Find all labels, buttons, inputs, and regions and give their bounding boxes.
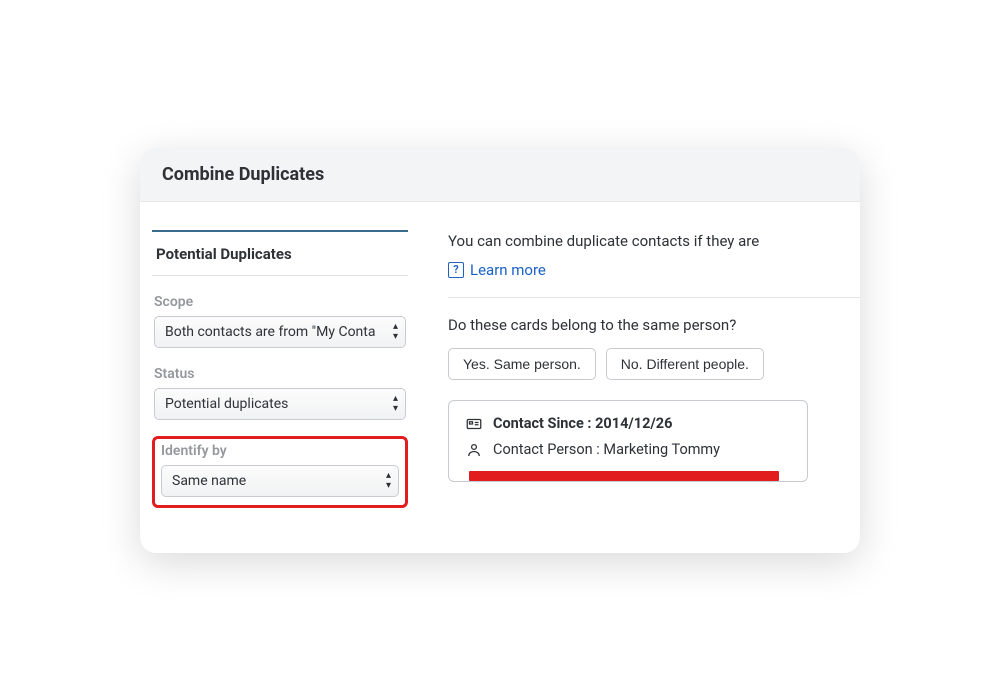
answer-buttons: Yes. Same person. No. Different people. <box>448 348 860 380</box>
contact-person-value: Marketing Tommy <box>603 441 720 458</box>
tab-label: Potential Duplicates <box>156 245 292 263</box>
status-select[interactable]: Potential duplicates ▴▾ <box>154 388 406 420</box>
status-select-value: Potential duplicates <box>154 388 406 420</box>
dialog-card: Combine Duplicates Potential Duplicates … <box>140 148 860 553</box>
right-panel: You can combine duplicate contacts if th… <box>420 202 860 551</box>
contact-since-label: Contact Since : <box>493 415 595 432</box>
scope-select-value: Both contacts are from "My Conta <box>154 316 406 348</box>
yes-same-person-button[interactable]: Yes. Same person. <box>448 348 596 380</box>
learn-more-row: ? Learn more <box>448 261 860 298</box>
question-text: Do these cards belong to the same person… <box>448 316 860 334</box>
scope-field: Scope Both contacts are from "My Conta ▴… <box>152 292 408 350</box>
scope-label: Scope <box>154 294 406 310</box>
dialog-body: Potential Duplicates Scope Both contacts… <box>140 202 860 551</box>
contact-card: Contact Since : 2014/12/26 Contact Perso… <box>448 400 808 482</box>
no-different-people-button[interactable]: No. Different people. <box>606 348 764 380</box>
status-field: Status Potential duplicates ▴▾ <box>152 364 408 422</box>
contact-since-row: Contact Since : 2014/12/26 <box>465 415 791 433</box>
learn-more-link[interactable]: Learn more <box>470 261 546 279</box>
person-icon <box>465 441 483 459</box>
identify-highlight: Identify by Same name ▴▾ <box>152 436 408 508</box>
identify-select[interactable]: Same name ▴▾ <box>161 465 399 497</box>
status-label: Status <box>154 366 406 382</box>
contact-person-text: Contact Person : Marketing Tommy <box>493 441 720 458</box>
instruction-text: You can combine duplicate contacts if th… <box>448 230 860 253</box>
contact-person-row: Contact Person : Marketing Tommy <box>465 441 791 459</box>
contact-since-value: 2014/12/26 <box>595 415 672 432</box>
id-card-icon <box>465 415 483 433</box>
dialog-title: Combine Duplicates <box>162 164 838 185</box>
identify-select-value: Same name <box>161 465 399 497</box>
identify-label: Identify by <box>161 443 399 459</box>
contact-person-label: Contact Person : <box>493 441 603 458</box>
highlight-bar <box>469 471 779 481</box>
left-panel: Potential Duplicates Scope Both contacts… <box>140 202 420 551</box>
scope-select[interactable]: Both contacts are from "My Conta ▴▾ <box>154 316 406 348</box>
tab-potential-duplicates[interactable]: Potential Duplicates <box>152 230 408 276</box>
dialog-header: Combine Duplicates <box>140 148 860 202</box>
help-icon: ? <box>448 262 464 278</box>
contact-since-text: Contact Since : 2014/12/26 <box>493 415 672 432</box>
